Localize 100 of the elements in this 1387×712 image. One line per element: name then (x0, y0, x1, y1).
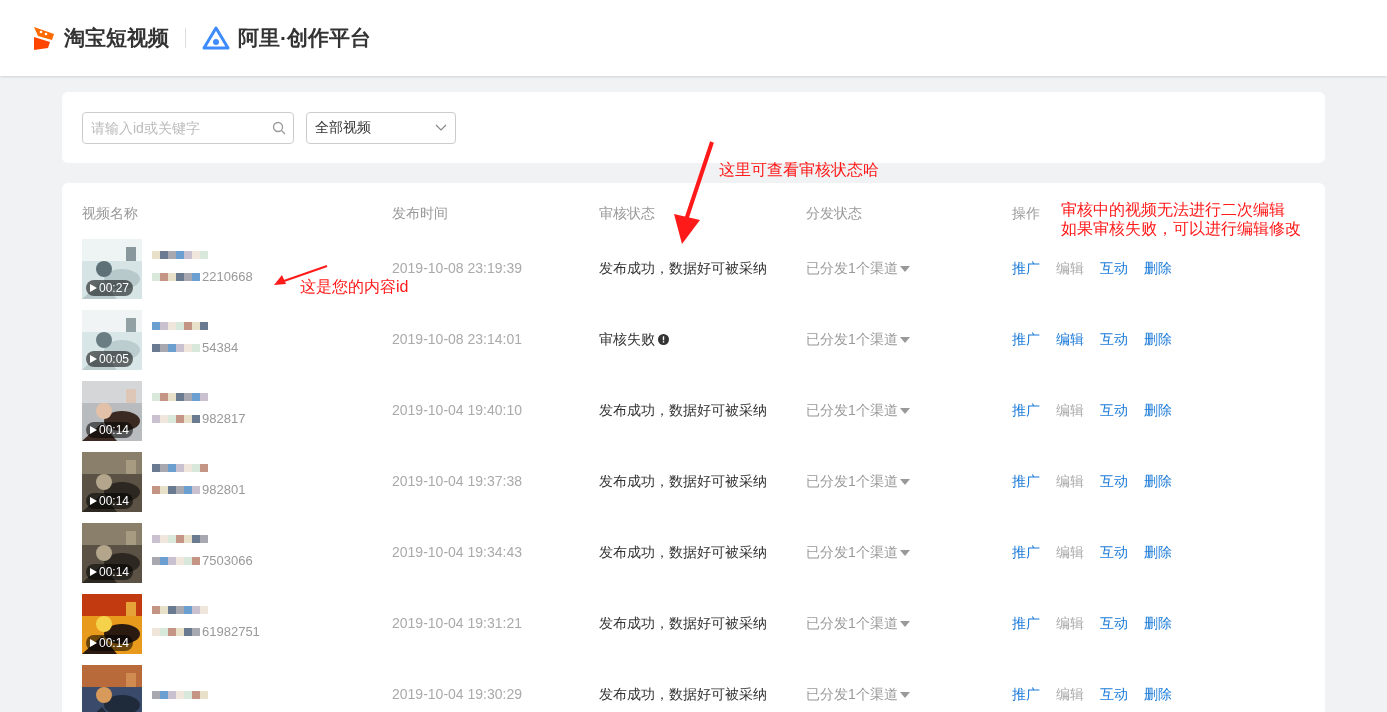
mosaic-drawing (152, 690, 208, 699)
annotation-text: 如果审核失败，可以进行编辑修改 (1061, 219, 1301, 238)
action-link[interactable]: 推广 (1012, 258, 1040, 279)
video-thumbnail[interactable]: 00:14 (82, 380, 142, 441)
distribution-dropdown[interactable]: 已分发1个渠道 (806, 542, 910, 563)
distribution-dropdown[interactable]: 已分发1个渠道 (806, 329, 910, 350)
duration-badge: 00:14 (86, 421, 134, 438)
action-link[interactable]: 互动 (1100, 542, 1128, 563)
mosaic-drawing (152, 485, 200, 494)
review-status: 发布成功，数据好可被采纳 (599, 472, 767, 491)
search-field[interactable]: 请输入id或关键字 (82, 111, 294, 144)
column-header: 分发状态 (806, 204, 862, 221)
duration-badge: 00:14 (86, 492, 134, 509)
play-icon (90, 567, 97, 576)
column-header: 发布时间 (392, 204, 448, 221)
search-icon (272, 120, 286, 135)
mosaic-drawing (152, 556, 200, 565)
caret-down-icon (899, 336, 910, 343)
action-link[interactable]: 推广 (1012, 542, 1040, 563)
action-link[interactable]: 删除 (1144, 329, 1172, 350)
video-thumbnail[interactable]: 00:14 (82, 593, 142, 654)
video-thumbnail[interactable]: 00:14 (82, 451, 142, 512)
review-status: 发布成功，数据好可被采纳 (599, 685, 767, 704)
action-link[interactable]: 互动 (1100, 258, 1128, 279)
action-link[interactable]: 删除 (1144, 542, 1172, 563)
action-link[interactable]: 推广 (1012, 684, 1040, 705)
content-id: 982817 (202, 409, 246, 428)
publish-time: 2019-10-08 23:14:01 (392, 331, 522, 347)
chevron-down-icon (435, 123, 447, 132)
distribution-dropdown[interactable]: 已分发1个渠道 (806, 258, 910, 279)
mosaic-drawing (152, 627, 200, 636)
action-link[interactable]: 删除 (1144, 684, 1172, 705)
mosaic-drawing (152, 321, 208, 330)
action-link[interactable]: 互动 (1100, 613, 1128, 634)
publish-time: 2019-10-04 19:37:38 (392, 473, 522, 489)
video-thumbnail[interactable]: 00:27 (82, 238, 142, 299)
mosaic-drawing (152, 250, 208, 259)
duration-badge: 00:27 (86, 279, 134, 296)
publish-time: 2019-10-04 19:34:43 (392, 544, 522, 560)
caret-down-icon (899, 265, 910, 272)
distribution-dropdown[interactable]: 已分发1个渠道 (806, 613, 910, 634)
video-thumbnail[interactable] (82, 664, 142, 712)
content-id: 982801 (202, 480, 246, 499)
video-thumbnail[interactable]: 00:05 (82, 309, 142, 370)
distribution-dropdown[interactable]: 已分发1个渠道 (806, 471, 910, 492)
column-header: 视频名称 (82, 204, 138, 221)
action-link[interactable]: 互动 (1100, 400, 1128, 421)
mosaic-drawing (152, 272, 200, 281)
column-header: 审核状态 (599, 204, 655, 221)
column-header: 操作 (1012, 204, 1040, 221)
action-link[interactable]: 推广 (1012, 400, 1040, 421)
action-link[interactable]: 互动 (1100, 471, 1128, 492)
brand-name: 淘宝短视频 (64, 25, 169, 52)
publish-time: 2019-10-04 19:30:29 (392, 686, 522, 702)
mosaic-drawing (152, 414, 200, 423)
content-id: 61982751 (202, 622, 260, 641)
action-link[interactable]: 删除 (1144, 400, 1172, 421)
publish-time: 2019-10-08 23:19:39 (392, 260, 522, 276)
content-id: 54384 (202, 338, 239, 357)
video-type-dropdown[interactable]: 全部视频 (306, 111, 456, 144)
video-thumbnail[interactable]: 00:14 (82, 522, 142, 583)
info-icon[interactable] (658, 334, 669, 345)
action-link[interactable]: 互动 (1100, 684, 1128, 705)
caret-down-icon (899, 620, 910, 627)
content-id: 2210668 (202, 267, 253, 286)
review-status: 发布成功，数据好可被采纳 (599, 259, 767, 278)
action-link[interactable]: 推广 (1012, 329, 1040, 350)
triangle-logo-icon (202, 26, 230, 50)
distribution-dropdown[interactable]: 已分发1个渠道 (806, 684, 910, 705)
action-link[interactable]: 删除 (1144, 613, 1172, 634)
action-link[interactable]: 删除 (1144, 471, 1172, 492)
mosaic-drawing (152, 463, 208, 472)
publish-time: 2019-10-04 19:31:21 (392, 615, 522, 631)
play-icon (90, 354, 97, 363)
action-link[interactable]: 推广 (1012, 613, 1040, 634)
duration-badge: 00:05 (86, 350, 134, 367)
play-icon (90, 638, 97, 647)
action-link[interactable]: 互动 (1100, 329, 1128, 350)
content-id: 7503066 (202, 551, 253, 570)
play-icon (90, 283, 97, 292)
distribution-dropdown[interactable]: 已分发1个渠道 (806, 400, 910, 421)
publish-time: 2019-10-04 19:40:10 (392, 402, 522, 418)
play-icon (90, 425, 97, 434)
annotation-text: 这是您的内容id (300, 277, 409, 296)
action-link[interactable]: 推广 (1012, 471, 1040, 492)
mosaic-drawing (152, 343, 200, 352)
mosaic-drawing (152, 605, 208, 614)
mosaic-drawing (152, 392, 208, 401)
caret-down-icon (899, 549, 910, 556)
annotation-text: 这里可查看审核状态哈 (719, 160, 879, 179)
caret-down-icon (899, 478, 910, 485)
review-status: 审核失败 (599, 330, 655, 349)
annotation-text: 审核中的视频无法进行二次编辑 (1061, 200, 1285, 219)
review-status: 发布成功，数据好可被采纳 (599, 543, 767, 562)
mosaic-drawing (152, 534, 208, 543)
action-link[interactable]: 删除 (1144, 258, 1172, 279)
duration-badge: 00:14 (86, 563, 134, 580)
platform-name: 阿里·创作平台 (238, 25, 371, 52)
action-link[interactable]: 编辑 (1056, 329, 1084, 350)
caret-down-icon (899, 407, 910, 414)
